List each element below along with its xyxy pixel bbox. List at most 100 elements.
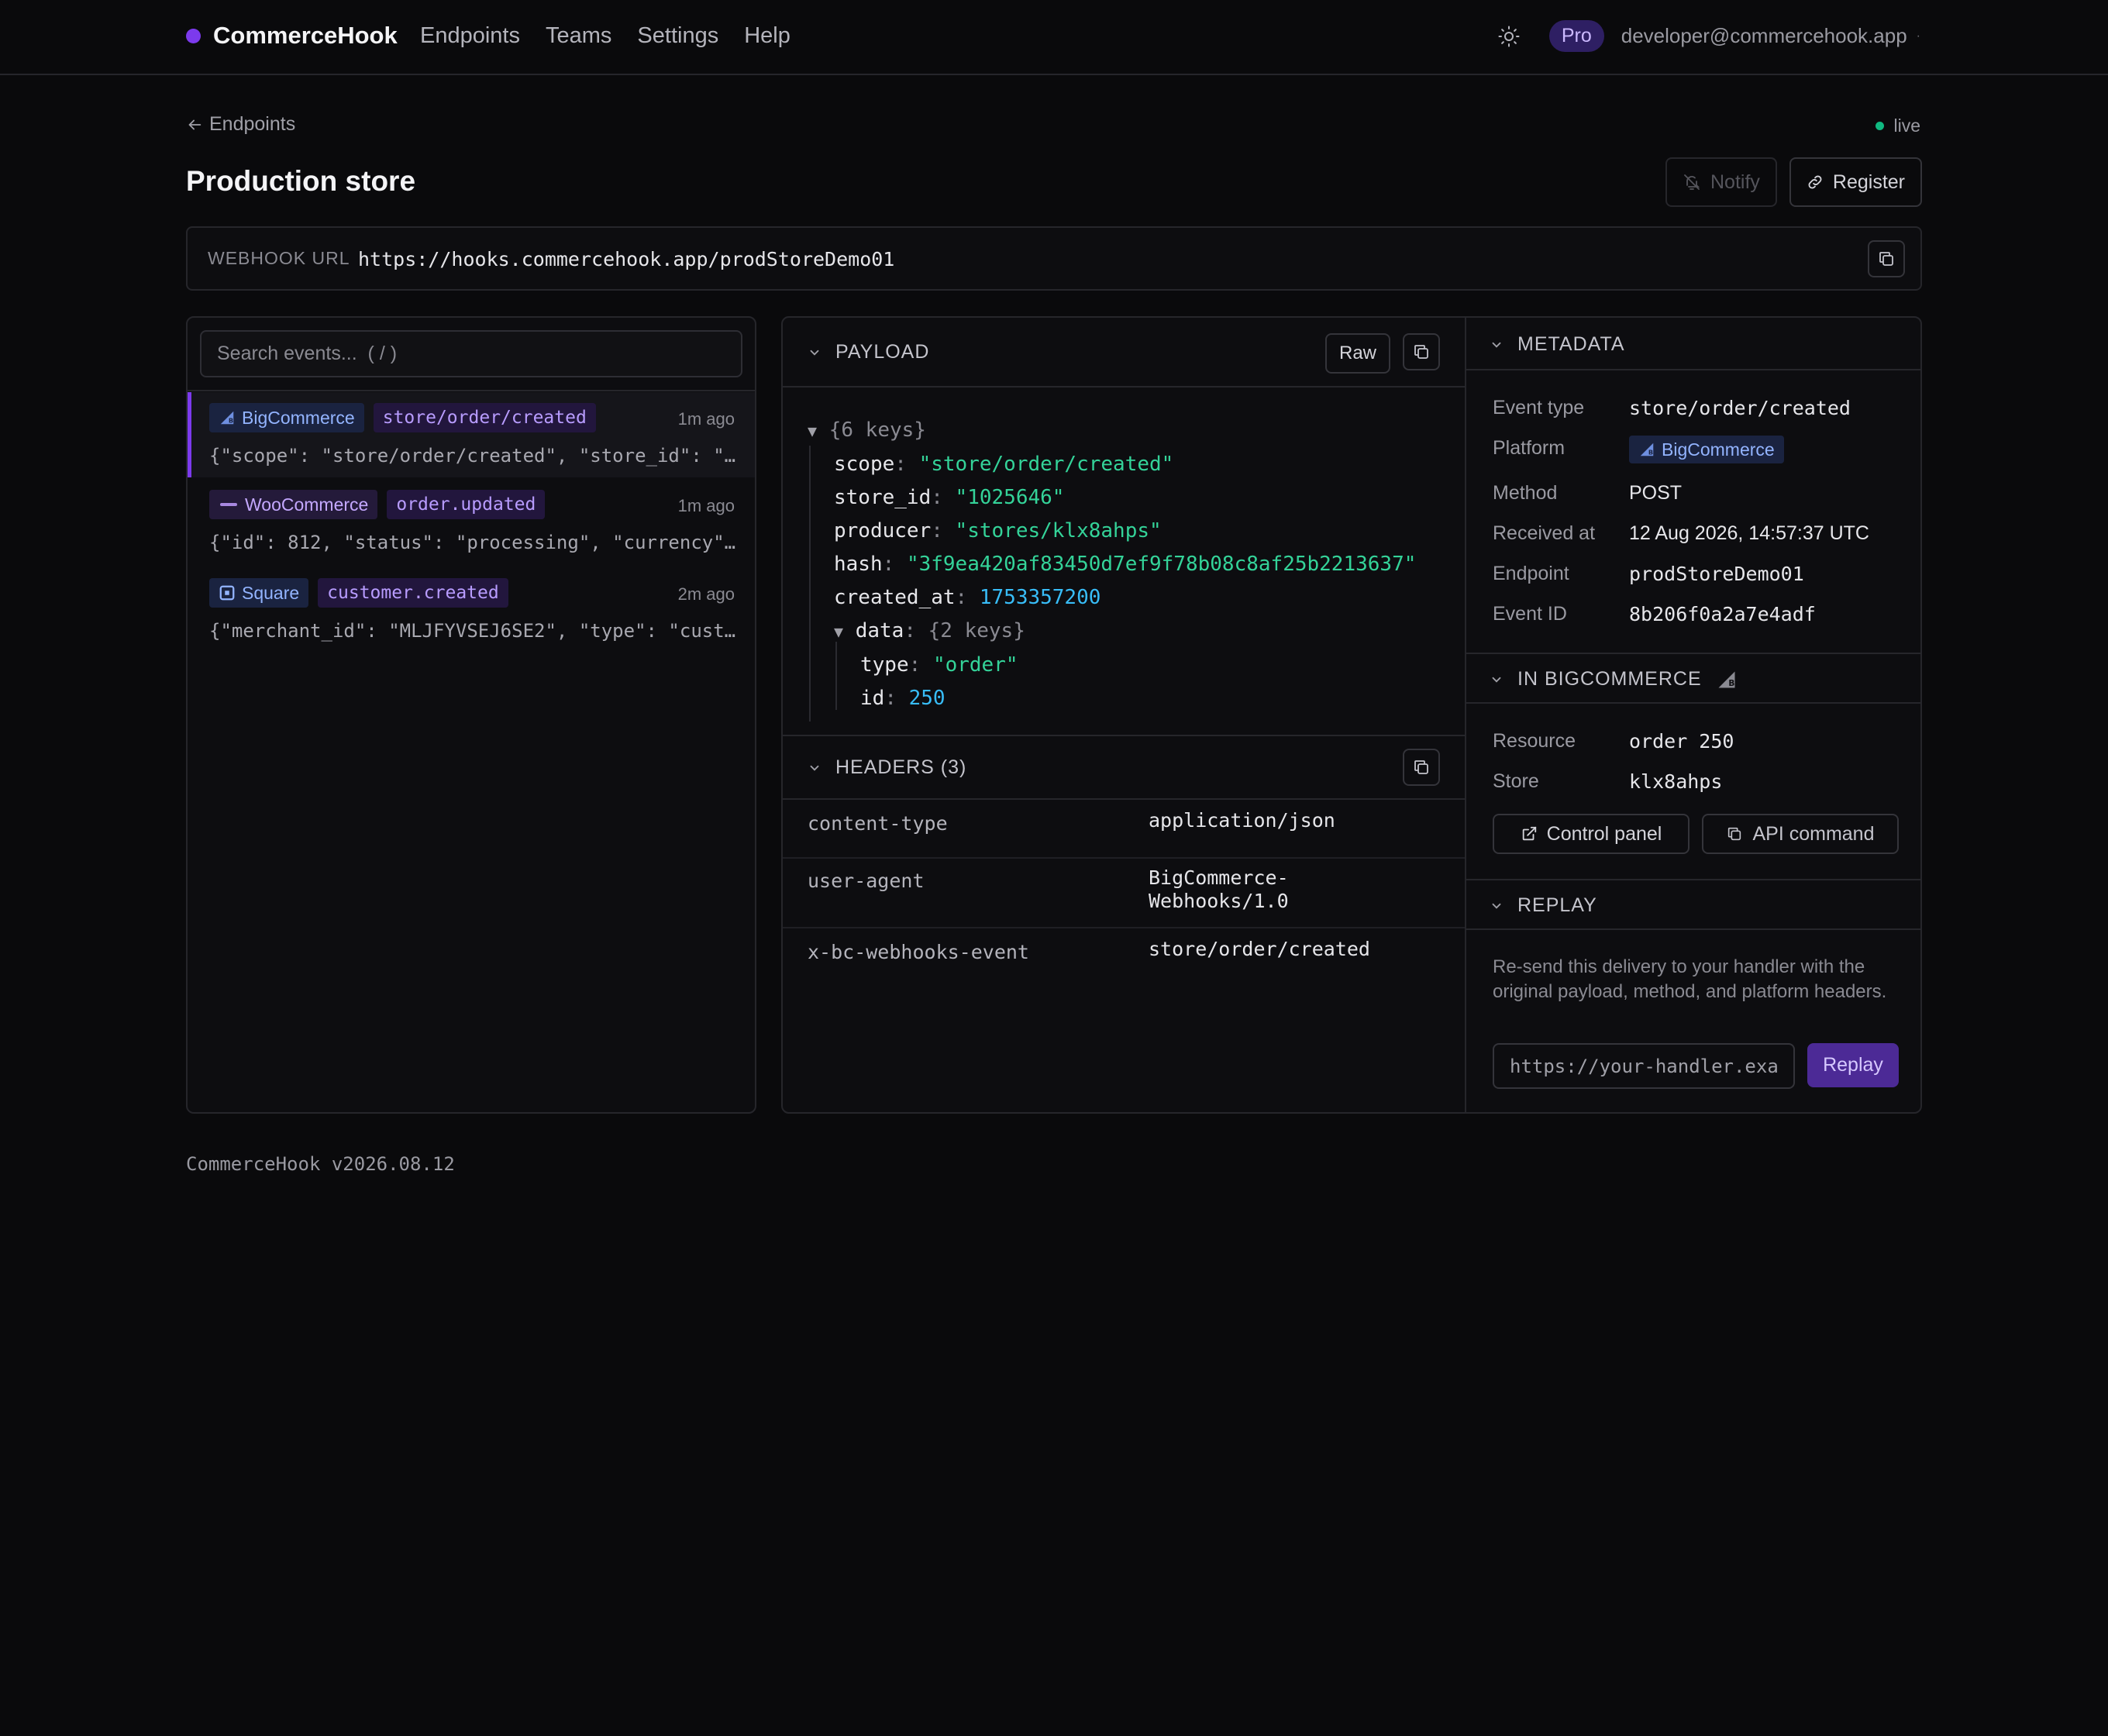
json-key: data xyxy=(855,619,904,642)
svg-text:B: B xyxy=(229,416,233,424)
header-key: user-agent xyxy=(808,870,925,892)
nav-teams[interactable]: Teams xyxy=(546,23,611,49)
platform-label: BigCommerce xyxy=(242,407,355,428)
main-nav: Endpoints Teams Settings Help xyxy=(420,23,790,49)
brand-logo[interactable]: CommerceHook xyxy=(186,22,398,50)
panel-divider xyxy=(1465,318,1466,1112)
json-row: type: "order" xyxy=(860,653,1018,677)
header-value: application/json xyxy=(1149,809,1335,832)
json-key: id xyxy=(860,687,885,710)
headers-section-toggle[interactable]: HEADERS (3) xyxy=(808,756,966,779)
event-list-item[interactable]: B BigCommerce store/order/created 1m ago… xyxy=(188,392,755,477)
replay-url-input[interactable] xyxy=(1493,1043,1795,1089)
json-row: id: 250 xyxy=(860,687,946,710)
bigcommerce-icon: B xyxy=(220,411,234,424)
json-root-row[interactable]: ▼ {6 keys} xyxy=(808,414,1416,448)
divider xyxy=(1466,879,1920,880)
search-events-input[interactable] xyxy=(202,332,741,376)
event-list-item[interactable]: Square customer.created 2m ago {"merchan… xyxy=(188,567,755,653)
user-menu-indicator[interactable]: · xyxy=(1917,29,1920,43)
payload-title: PAYLOAD xyxy=(835,341,930,363)
copy-payload-button[interactable] xyxy=(1403,333,1441,370)
webhook-url-bar: WEBHOOK URL https://hooks.commercehook.a… xyxy=(186,226,1922,291)
in-platform-section-toggle[interactable]: IN BIGCOMMERCE B xyxy=(1490,668,1738,691)
json-value: 250 xyxy=(908,687,946,710)
copy-icon xyxy=(1728,827,1741,841)
raw-button[interactable]: Raw xyxy=(1325,333,1391,374)
resource-value: order 250 xyxy=(1629,730,1734,753)
platform-label: BigCommerce xyxy=(1662,439,1775,460)
bigcommerce-icon: B xyxy=(1718,671,1735,688)
header-key: x-bc-webhooks-event xyxy=(808,941,1029,963)
live-status: live xyxy=(1876,115,1920,136)
event-type-tag: order.updated xyxy=(387,490,546,519)
header-row: content-type application/json xyxy=(783,800,1465,857)
nav-endpoints[interactable]: Endpoints xyxy=(420,23,520,49)
woocommerce-icon xyxy=(220,503,237,506)
event-preview: {"scope": "store/order/created", "store_… xyxy=(209,445,736,467)
json-nested-summary: {2 keys} xyxy=(928,619,1025,642)
replay-button[interactable]: Replay xyxy=(1807,1043,1899,1087)
header-value-line: BigCommerce- xyxy=(1149,866,1289,889)
copy-headers-button[interactable] xyxy=(1403,749,1440,786)
back-to-endpoints-link[interactable]: Endpoints xyxy=(186,113,295,136)
meta-endpoint-value: prodStoreDemo01 xyxy=(1629,563,1804,585)
payload-json-tree: ▼ {6 keys} scope: "store/order/created" … xyxy=(808,414,1416,715)
page-title: Production store xyxy=(186,165,416,197)
json-key: type xyxy=(860,653,909,677)
json-row: producer: "stores/klx8ahps" xyxy=(834,519,1162,542)
arrow-left-icon xyxy=(188,119,202,129)
notify-button[interactable]: Notify xyxy=(1665,157,1777,207)
divider xyxy=(1466,702,1920,704)
meta-endpoint-label: Endpoint xyxy=(1493,563,1569,584)
square-icon xyxy=(219,585,235,601)
top-navigation-bar: CommerceHook Endpoints Teams Settings He… xyxy=(0,0,2108,75)
bigcommerce-icon: B xyxy=(1640,443,1654,456)
meta-method-label: Method xyxy=(1493,482,1558,504)
nav-settings[interactable]: Settings xyxy=(637,23,718,49)
event-list-item[interactable]: WooCommerce order.updated 1m ago {"id": … xyxy=(188,479,755,564)
bell-off-icon xyxy=(1684,174,1700,190)
chevron-down-icon xyxy=(810,350,819,356)
json-value: "stores/klx8ahps" xyxy=(955,519,1162,542)
in-platform-title: IN BIGCOMMERCE xyxy=(1517,668,1702,690)
replay-section-toggle[interactable]: REPLAY xyxy=(1490,894,1597,917)
json-key: store_id xyxy=(834,486,932,509)
chevron-down-icon xyxy=(810,765,819,771)
api-command-button[interactable]: API command xyxy=(1702,814,1899,854)
event-time: 1m ago xyxy=(677,496,735,515)
control-panel-button[interactable]: Control panel xyxy=(1493,814,1690,854)
user-email[interactable]: developer@commercehook.app xyxy=(1621,24,1907,48)
header-value: BigCommerce- Webhooks/1.0 xyxy=(1149,866,1289,913)
json-nested-row[interactable]: ▼ data: {2 keys} xyxy=(808,615,1416,649)
event-detail-panel: PAYLOAD Raw ▼ {6 keys} scope: "store/ord… xyxy=(781,316,1922,1114)
live-dot-icon xyxy=(1876,122,1885,130)
meta-event-id-label: Event ID xyxy=(1493,603,1567,625)
brand-name: CommerceHook xyxy=(213,22,398,49)
event-preview: {"id": 812, "status": "processing", "cur… xyxy=(209,532,736,553)
theme-toggle-sun-icon[interactable] xyxy=(1495,22,1523,50)
divider xyxy=(188,390,755,391)
json-row: scope: "store/order/created" xyxy=(834,453,1174,476)
payload-section-toggle[interactable]: PAYLOAD xyxy=(808,341,929,363)
notify-label: Notify xyxy=(1710,170,1760,193)
meta-event-type-value: store/order/created xyxy=(1629,397,1851,419)
resource-label: Resource xyxy=(1493,730,1576,752)
external-link-icon xyxy=(1522,826,1536,841)
platform-tag-square: Square xyxy=(209,578,309,608)
header-row: user-agent BigCommerce- Webhooks/1.0 xyxy=(783,857,1465,927)
header-value-line: Webhooks/1.0 xyxy=(1149,890,1289,912)
collapse-triangle-icon: ▼ xyxy=(808,422,818,440)
divider xyxy=(783,735,1465,736)
register-button[interactable]: Register xyxy=(1789,157,1922,207)
metadata-section-toggle[interactable]: METADATA xyxy=(1490,333,1625,356)
json-row: hash: "3f9ea420af83450d7ef9f78b08c8af25b… xyxy=(834,553,1417,576)
chevron-down-icon xyxy=(1492,342,1501,348)
nav-help[interactable]: Help xyxy=(744,23,790,49)
copy-icon xyxy=(1414,345,1428,359)
payload-actions: Raw xyxy=(1325,333,1441,374)
brand-dot-icon xyxy=(186,28,201,43)
collapse-triangle-icon: ▼ xyxy=(834,622,844,641)
copy-url-button[interactable] xyxy=(1868,240,1905,277)
webhook-url-value[interactable]: https://hooks.commercehook.app/prodStore… xyxy=(358,248,894,270)
